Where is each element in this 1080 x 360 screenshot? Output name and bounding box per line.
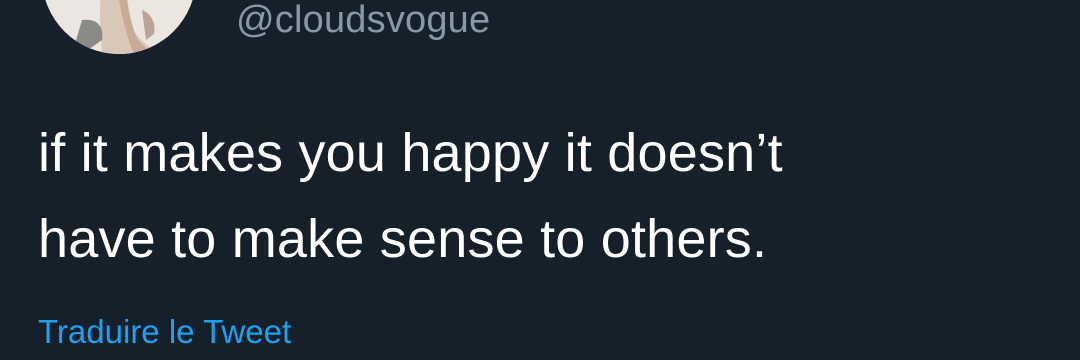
tweet-text-line: have to make sense to others. xyxy=(38,209,768,269)
avatar[interactable] xyxy=(42,0,196,54)
author-handle[interactable]: @cloudsvogue xyxy=(236,0,490,42)
tweet-text: if it makes you happy it doesn’t have to… xyxy=(38,110,1038,282)
tweet-card: @cloudsvogue if it makes you happy it do… xyxy=(0,0,1080,360)
tweet-text-line: if it makes you happy it doesn’t xyxy=(38,123,783,183)
translate-tweet-link[interactable]: Traduire le Tweet xyxy=(38,312,291,352)
profile-photo-icon xyxy=(42,0,196,54)
